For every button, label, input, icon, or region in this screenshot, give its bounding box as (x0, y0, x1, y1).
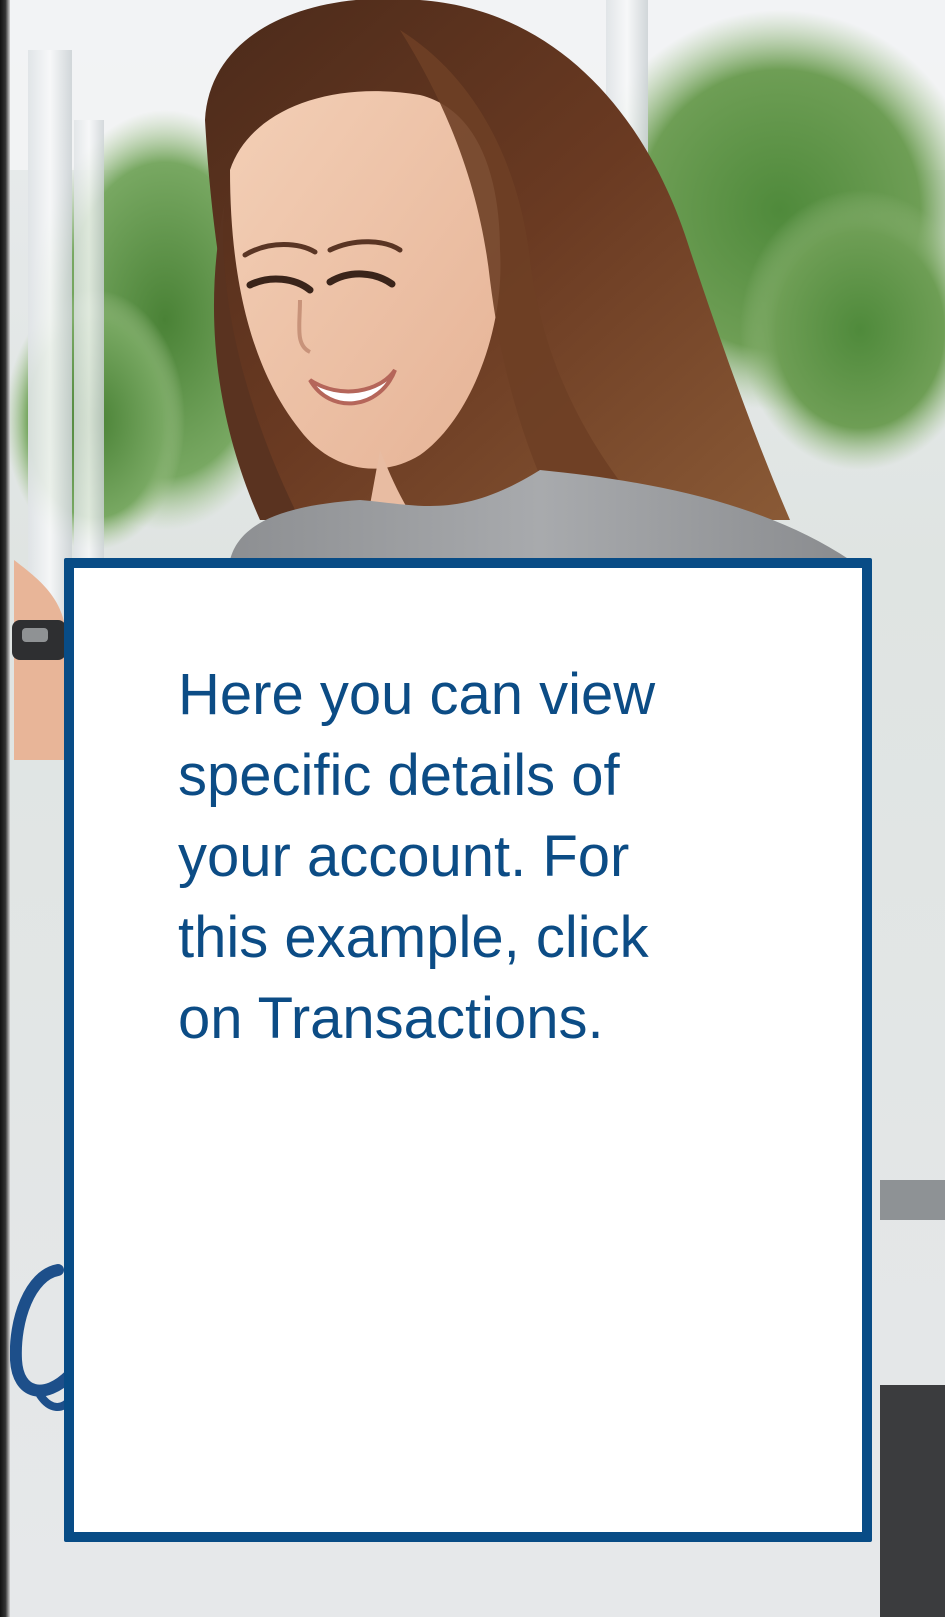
window-edge-bar (0, 0, 10, 1617)
tutorial-screen: Here you can view specific details of yo… (0, 0, 945, 1617)
tutorial-instruction-text: Here you can view specific details of yo… (178, 662, 656, 1051)
tutorial-callout-box: Here you can view specific details of yo… (64, 558, 872, 1542)
